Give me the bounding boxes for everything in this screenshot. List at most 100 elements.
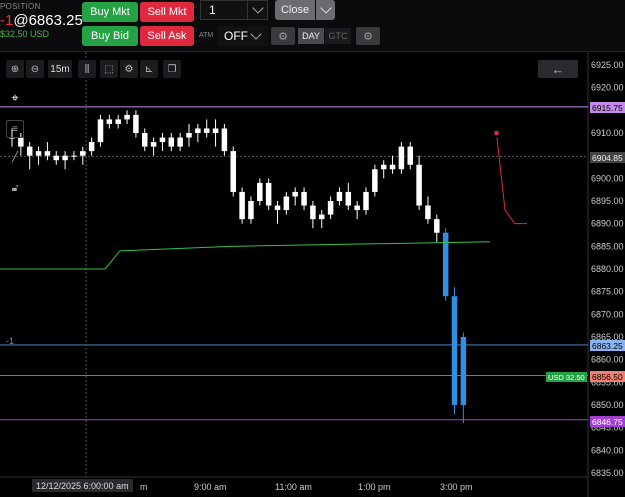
- interval-select[interactable]: 15m: [48, 60, 72, 78]
- entry-price-tag: 6863.25: [590, 340, 625, 351]
- zoom-in-button[interactable]: ⊕: [6, 60, 24, 78]
- notes-tool-button[interactable]: ≡: [6, 120, 24, 138]
- tif-settings-button[interactable]: ⚙: [356, 27, 380, 45]
- candle-body: [336, 191, 343, 201]
- quantity-value: 1: [209, 3, 216, 17]
- candle-body: [80, 151, 86, 156]
- candle-body: [310, 205, 316, 220]
- chevron-down-icon: [250, 28, 262, 40]
- indicators-icon: ⊾: [144, 63, 154, 75]
- quantity-select[interactable]: 1: [200, 0, 268, 20]
- candle-body: [212, 128, 219, 133]
- candle-body: [159, 137, 166, 143]
- zoom-out-button[interactable]: ⊖: [26, 60, 44, 78]
- notes-icon: ≡: [12, 123, 18, 135]
- price-tick-label: 6880.00: [591, 264, 624, 274]
- price-tick-label: 6850.00: [591, 400, 624, 410]
- candle-body: [97, 119, 104, 143]
- buy-bid-button[interactable]: Buy Bid: [82, 26, 138, 46]
- position-qty: -1: [0, 12, 14, 29]
- candle-body: [35, 151, 42, 156]
- current-price-tag: 6856.50: [590, 371, 625, 382]
- candle-body: [195, 128, 201, 133]
- buy-mkt-button[interactable]: Buy Mkt: [82, 2, 138, 22]
- sell-ask-button[interactable]: Sell Ask: [140, 26, 194, 46]
- indicators-button[interactable]: ⊾: [140, 60, 158, 78]
- select-area-icon: ⬚: [104, 63, 114, 75]
- pnl-tag: USD 32.50: [546, 372, 587, 382]
- price-chart[interactable]: 6925.006920.006910.006905.006900.006895.…: [0, 52, 625, 497]
- time-label: m: [140, 482, 148, 492]
- candle-body: [398, 146, 405, 170]
- tif-gtc-button[interactable]: GTC: [325, 28, 351, 44]
- candle-body: [124, 114, 130, 120]
- price-tick-label: 6910.00: [591, 128, 624, 138]
- candle-body: [26, 146, 33, 156]
- candle-body: [265, 182, 272, 206]
- settings-button[interactable]: ⚙: [120, 60, 138, 78]
- upper-line-tag: 6915.75: [590, 102, 625, 113]
- crosshair-time-tag: 12/12/2025 6:00:00 am: [32, 479, 133, 492]
- crosshair-price-tag: 6904.85: [590, 152, 625, 163]
- candle-body: [150, 142, 157, 147]
- candle-body: [319, 214, 325, 220]
- candle-body: [88, 142, 95, 152]
- price-tick-label: 6860.00: [591, 355, 624, 365]
- price-tick-label: 6925.00: [591, 60, 624, 70]
- crosshair-tool-button[interactable]: ⌖: [6, 89, 24, 107]
- candle-body: [407, 146, 413, 165]
- close-button[interactable]: Close: [275, 0, 315, 20]
- candle-body: [292, 191, 298, 197]
- price-tick-label: 6895.00: [591, 196, 624, 206]
- candle-type-button[interactable]: ⫼: [78, 60, 96, 78]
- chevron-down-icon: [319, 2, 332, 14]
- tif-day-button[interactable]: DAY: [298, 28, 324, 44]
- atm-settings-button[interactable]: ⚙: [271, 27, 295, 45]
- select-area-button[interactable]: ⬚: [100, 60, 118, 78]
- lower-line-tag: 6846.75: [590, 416, 625, 427]
- pencil-icon: ╱: [11, 151, 19, 163]
- candle-body: [106, 119, 113, 124]
- candle-body: [363, 191, 369, 211]
- sell-mkt-button[interactable]: Sell Mkt: [140, 2, 194, 22]
- candle-body: [301, 191, 307, 206]
- atm-label: ATM: [199, 32, 214, 39]
- price-tick-label: 6875.00: [591, 287, 624, 297]
- candle-body: [345, 191, 352, 206]
- candle-body: [372, 169, 378, 192]
- chevron-down-icon: [252, 2, 264, 14]
- layers-icon: ❐: [167, 63, 177, 75]
- atm-value: OFF: [224, 29, 248, 43]
- templates-button[interactable]: ❐: [163, 60, 181, 78]
- candle-body: [248, 201, 254, 220]
- candle-body: [115, 119, 121, 124]
- chart-canvas: 6925.006920.006910.006905.006900.006895.…: [0, 52, 624, 497]
- candle-body: [389, 164, 396, 170]
- atm-select[interactable]: OFF: [218, 26, 268, 46]
- time-label: 1:00 pm: [358, 482, 391, 492]
- candle-body: [434, 219, 440, 233]
- candle-body: [354, 205, 360, 211]
- price-tick-label: 6870.00: [591, 309, 624, 319]
- candle-body: [257, 182, 263, 201]
- close-menu-button[interactable]: [316, 0, 335, 20]
- lock-tool-button[interactable]: 🔓︎: [6, 179, 24, 197]
- candle-body: [133, 114, 139, 133]
- price-tick-label: 6890.00: [591, 219, 624, 229]
- price-tick-label: 6835.00: [591, 468, 624, 478]
- position-value: -1@6863.25: [0, 12, 83, 29]
- candle-body: [283, 196, 290, 211]
- ema-green-line: [0, 241, 491, 270]
- zoom-in-icon: ⊕: [10, 63, 20, 75]
- draw-tool-button[interactable]: ╱: [6, 148, 24, 166]
- candlestick-icon: ⫼: [84, 63, 90, 75]
- candle-body: [203, 128, 210, 133]
- candle-body: [425, 205, 431, 220]
- candle-body: [18, 137, 24, 147]
- back-button[interactable]: ←: [538, 60, 578, 78]
- time-label: 3:00 pm: [440, 482, 473, 492]
- candle-body: [44, 151, 51, 156]
- candle-body: [221, 128, 228, 152]
- position-line-label: -1: [6, 336, 15, 346]
- gear-icon: ⚙: [124, 63, 134, 75]
